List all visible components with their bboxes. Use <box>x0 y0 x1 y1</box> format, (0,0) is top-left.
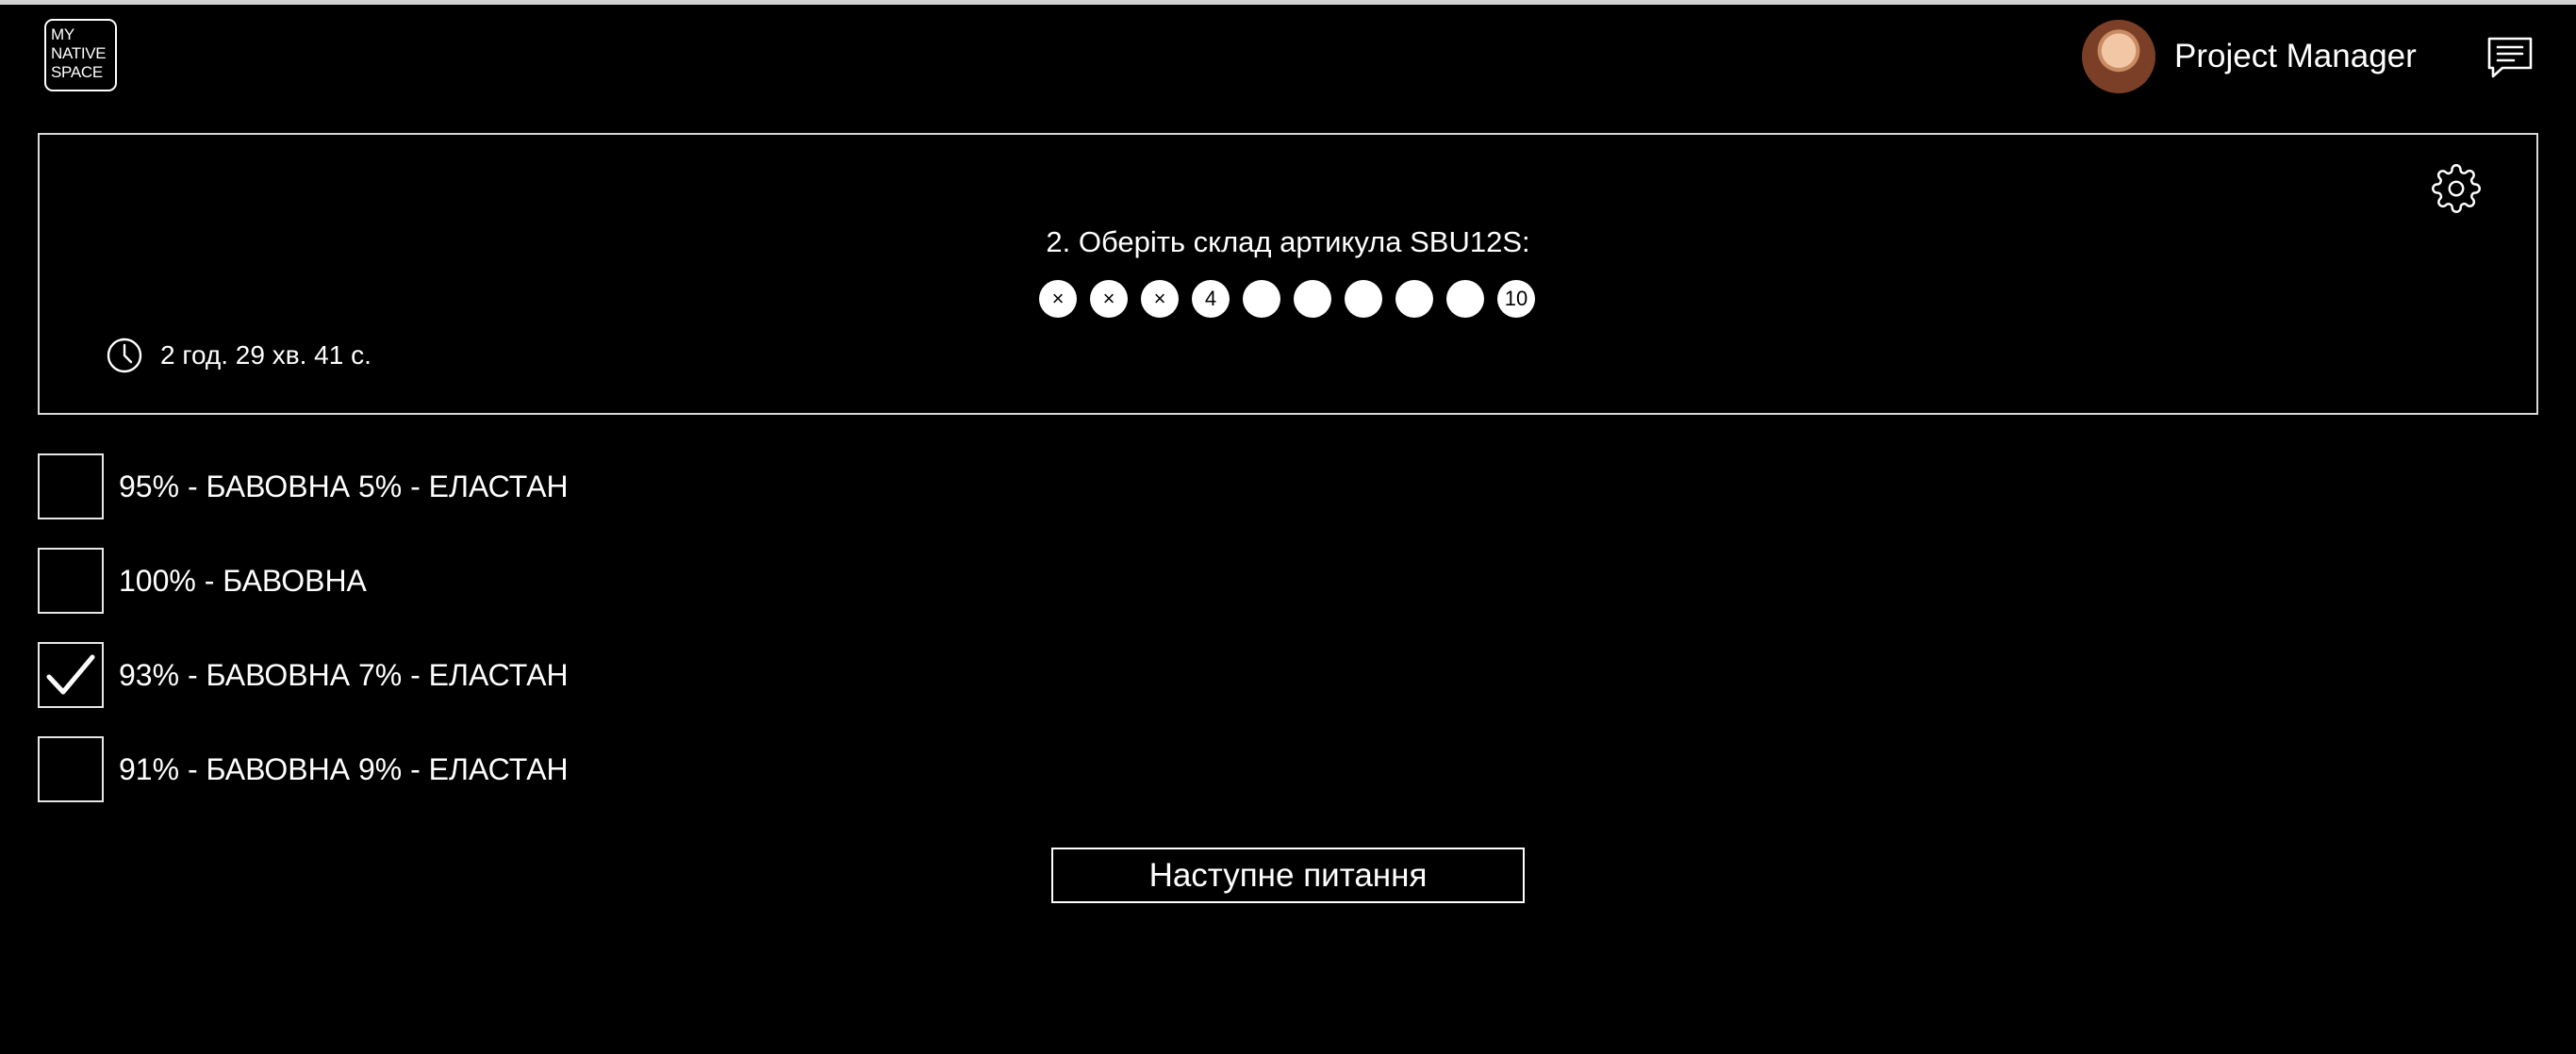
progress-dot[interactable] <box>1243 280 1280 318</box>
answer-option-label: 95% - БАВОВНА 5% - ЕЛАСТАН <box>119 469 569 503</box>
user-profile[interactable]: Project Manager <box>2082 19 2417 94</box>
answer-option-label: 91% - БАВОВНА 9% - ЕЛАСТАН <box>119 751 569 786</box>
user-role: Project Manager <box>2174 38 2417 74</box>
progress-dot-answered[interactable]: × <box>1090 280 1128 318</box>
next-question-button[interactable]: Наступне питання <box>1051 848 1525 903</box>
progress-dot[interactable] <box>1294 280 1331 318</box>
avatar[interactable] <box>2082 20 2155 93</box>
chat-list-icon[interactable] <box>2485 34 2535 83</box>
gear-icon[interactable] <box>2431 163 2482 214</box>
timer: 2 год. 29 хв. 41 с. <box>106 337 372 374</box>
question-progress: × × × 4 10 <box>1039 280 1535 318</box>
logo[interactable]: MY NATIVE SPACE <box>44 19 117 91</box>
checkbox-checked[interactable] <box>38 642 104 708</box>
logo-line-2: NATIVE <box>51 44 107 62</box>
checkmark-icon <box>46 654 95 695</box>
progress-dot-last[interactable]: 10 <box>1497 280 1535 318</box>
logo-line-1: MY <box>51 25 74 43</box>
checkbox[interactable] <box>38 736 104 802</box>
logo-line-3: SPACE <box>51 63 103 81</box>
progress-dot[interactable] <box>1345 280 1382 318</box>
progress-dot-answered[interactable]: × <box>1141 280 1179 318</box>
window-top-bar <box>0 0 2576 5</box>
progress-dot-current[interactable]: 4 <box>1192 280 1230 318</box>
answer-option[interactable]: 100% - БАВОВНА <box>38 548 367 614</box>
answer-option-label: 100% - БАВОВНА <box>119 563 367 598</box>
answer-option[interactable]: 91% - БАВОВНА 9% - ЕЛАСТАН <box>38 736 569 802</box>
timer-value: 2 год. 29 хв. 41 с. <box>160 340 372 370</box>
answer-option[interactable]: 93% - БАВОВНА 7% - ЕЛАСТАН <box>38 642 569 708</box>
answer-option-label: 93% - БАВОВНА 7% - ЕЛАСТАН <box>119 657 569 692</box>
progress-dot[interactable] <box>1395 280 1433 318</box>
checkbox[interactable] <box>38 453 104 519</box>
answer-option[interactable]: 95% - БАВОВНА 5% - ЕЛАСТАН <box>38 453 569 519</box>
progress-dot[interactable] <box>1446 280 1484 318</box>
checkbox[interactable] <box>38 548 104 614</box>
question-panel: 2. Оберіть склад артикула SBU12S: × × × … <box>38 133 2538 415</box>
question-text: 2. Оберіть склад артикула SBU12S: <box>1046 225 1530 258</box>
progress-dot-answered[interactable]: × <box>1039 280 1077 318</box>
clock-icon <box>107 338 142 373</box>
